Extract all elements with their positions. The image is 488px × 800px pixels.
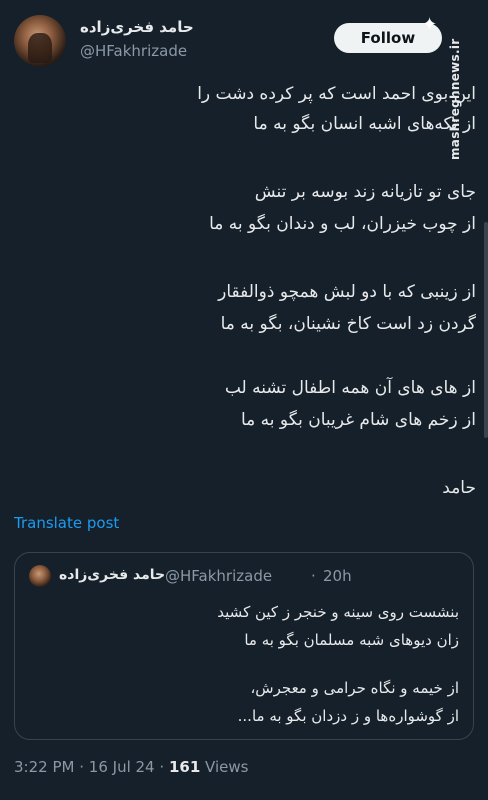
- post-date[interactable]: 16 Jul 24: [89, 758, 155, 776]
- quoted-post[interactable]: حامد فخری‌زاده @HFakhrizade · 20h بنشست …: [14, 552, 474, 740]
- quote-separator: ·: [311, 567, 316, 585]
- post-line: از تکه‌های اشبه انسان بگو به ما: [253, 114, 476, 134]
- post-line: جای تو تازیانه زند بوسه بر تنش: [254, 182, 476, 202]
- author-avatar[interactable]: [14, 15, 66, 67]
- quote-author-avatar: [29, 565, 51, 587]
- translate-post-link[interactable]: Translate post: [14, 514, 119, 532]
- quote-line: بنشست روی سینه و خنجر ز کین کشید: [217, 603, 459, 621]
- post-line: از چوب خیزران، لب و دندان بگو به ما: [209, 214, 476, 234]
- quote-line: از خیمه و نگاه حرامی و معجرش،: [250, 679, 459, 697]
- post-line: گردن زد است کاخ نشینان، بگو به ما: [220, 314, 476, 334]
- post-signature: حامد: [442, 478, 476, 498]
- post-line: از های های آن همه اطفال تشنه لب: [224, 378, 476, 398]
- meta-separator: ·: [79, 758, 85, 776]
- views-label: Views: [205, 758, 249, 776]
- post-line: از زینبی که با دو لبش همچو ذوالفقار: [218, 282, 476, 302]
- meta-separator: ·: [159, 758, 165, 776]
- post-meta: 3:22 PM · 16 Jul 24 · 161 Views: [14, 758, 248, 776]
- quote-author-handle: @HFakhrizade: [165, 567, 273, 585]
- quote-line: زان دیوهای شبه مسلمان بگو به ما: [244, 631, 459, 649]
- author-handle[interactable]: @HFakhrizade: [80, 42, 187, 60]
- tweet-header: حامد فخری‌زاده @HFakhrizade Follow ✦ mas…: [0, 0, 488, 160]
- scrollbar[interactable]: [484, 222, 488, 438]
- quote-timestamp: 20h: [323, 567, 352, 585]
- mashregh-logo-icon: ✦: [422, 14, 438, 35]
- post-line: از زخم های شام غریبان بگو به ما: [240, 410, 476, 430]
- author-name[interactable]: حامد فخری‌زاده: [80, 18, 194, 36]
- post-time[interactable]: 3:22 PM: [14, 758, 74, 776]
- quote-line: از گوشواره‌ها و ز دزدان بگو به ما...: [237, 707, 459, 725]
- post-line: این بوی احمد است که پر کرده دشت را: [197, 84, 476, 104]
- views-count: 161: [168, 758, 201, 776]
- quote-author-name: حامد فخری‌زاده: [59, 567, 166, 583]
